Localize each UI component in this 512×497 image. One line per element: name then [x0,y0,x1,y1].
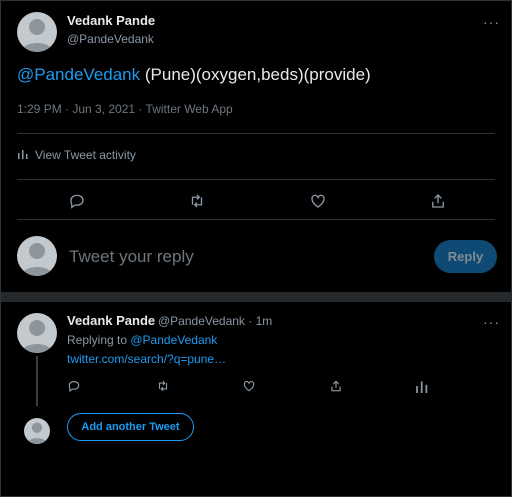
replying-to-handle[interactable]: @PandeVedank [130,333,217,347]
reply-button[interactable]: Reply [434,240,497,273]
like-icon[interactable] [242,379,256,393]
reply-icon[interactable] [68,192,86,210]
like-icon[interactable] [309,192,327,210]
reply-author-name[interactable]: Vedank Pande [67,313,155,328]
author-name[interactable]: Vedank Pande [67,13,155,28]
add-another-tweet-button[interactable]: Add another Tweet [67,413,194,441]
tweet-mention-link[interactable]: @PandeVedank [17,65,140,84]
reply-link[interactable]: twitter.com/search/?q=pune… [67,352,226,366]
retweet-icon[interactable] [188,192,206,210]
tweet-timestamp[interactable]: 1:29 PM · Jun 3, 2021 · Twitter Web App [17,102,233,116]
replying-to: Replying to @PandeVedank [67,333,217,347]
activity-icon [17,147,29,162]
author-avatar[interactable] [17,12,57,52]
divider [17,219,495,220]
retweet-icon[interactable] [156,379,170,393]
reply-more-options-icon[interactable]: ··· [483,315,500,329]
tweet-text-body: (Pune)(oxygen,beds)(provide) [140,65,371,84]
activity-icon[interactable] [415,379,429,393]
divider [17,133,495,134]
reply-author-handle[interactable]: @PandeVedank · 1m [158,314,272,328]
reply-author-avatar[interactable] [17,313,57,353]
tweet-text: @PandeVedank (Pune)(oxygen,beds)(provide… [17,65,371,85]
share-icon[interactable] [429,192,447,210]
replying-to-prefix: Replying to [67,333,131,347]
thread-line [36,356,38,406]
share-icon[interactable] [329,379,343,393]
activity-label: View Tweet activity [35,147,136,162]
reply-input[interactable]: Tweet your reply [69,247,194,267]
reply-icon[interactable] [67,379,81,393]
small-user-avatar[interactable] [24,418,50,444]
divider [17,179,495,180]
tweet-detail-panel: Vedank Pande @PandeVedank ··· @PandeVeda… [0,0,512,497]
author-handle[interactable]: @PandeVedank [67,32,154,46]
user-avatar[interactable] [17,236,57,276]
more-options-icon[interactable]: ··· [483,15,500,29]
section-separator [1,292,512,302]
view-tweet-activity[interactable]: View Tweet activity [17,147,136,162]
